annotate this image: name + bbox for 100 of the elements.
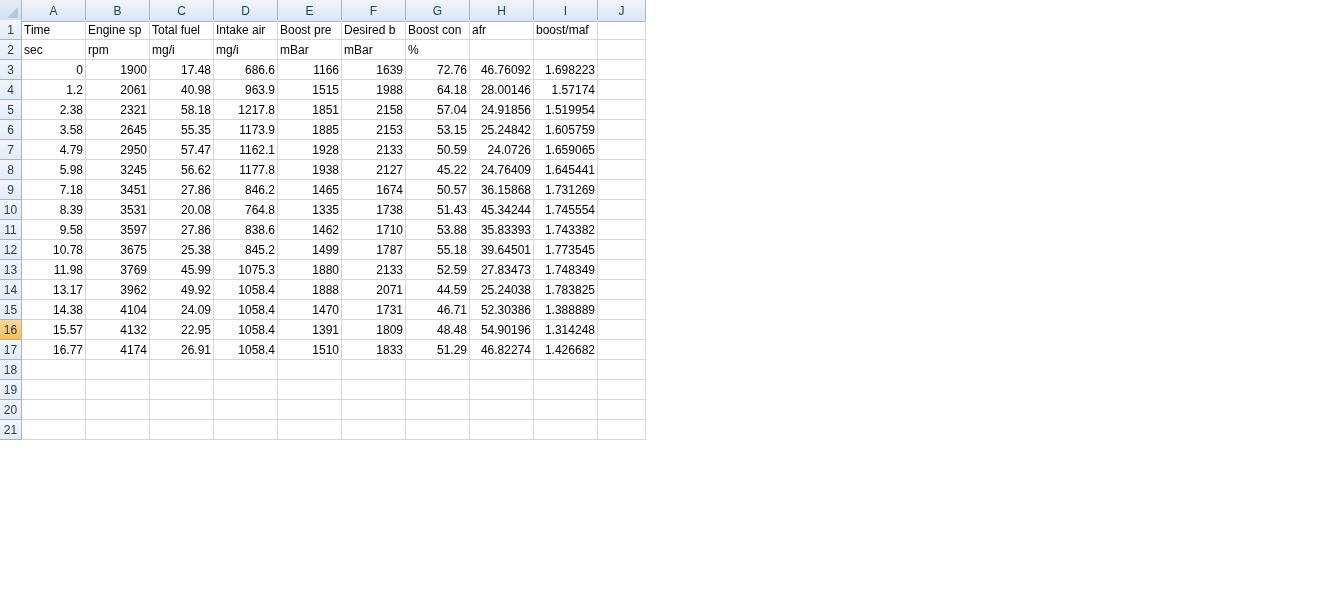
- row-header[interactable]: 15: [0, 300, 22, 320]
- empty-cell: [598, 280, 646, 300]
- column-header[interactable]: H: [470, 0, 534, 22]
- empty-cell: [598, 140, 646, 160]
- column-header[interactable]: D: [214, 0, 278, 22]
- column-header[interactable]: B: [86, 0, 150, 22]
- triangle-icon: [7, 7, 18, 18]
- table-cell: 1499: [278, 240, 342, 260]
- table-cell: 2153: [342, 120, 406, 140]
- table-cell: 1166: [278, 60, 342, 80]
- table-cell: 2133: [342, 140, 406, 160]
- column-header[interactable]: C: [150, 0, 214, 22]
- table-cell: 45.22: [406, 160, 470, 180]
- row-header[interactable]: 21: [0, 420, 22, 440]
- table-cell: boost/maf: [534, 20, 598, 40]
- row-header[interactable]: 14: [0, 280, 22, 300]
- table-cell: 44.59: [406, 280, 470, 300]
- empty-cell: [534, 400, 598, 420]
- table-cell: 1465: [278, 180, 342, 200]
- empty-cell: [214, 420, 278, 440]
- table-cell: 15.57: [22, 320, 86, 340]
- table-cell: 1710: [342, 220, 406, 240]
- row-header[interactable]: 17: [0, 340, 22, 360]
- table-cell: 3962: [86, 280, 150, 300]
- empty-cell: [598, 400, 646, 420]
- table-cell: 1.659065: [534, 140, 598, 160]
- empty-cell: [598, 320, 646, 340]
- empty-cell: [342, 360, 406, 380]
- table-cell: 1.426682: [534, 340, 598, 360]
- row-header[interactable]: 3: [0, 60, 22, 80]
- table-cell: 1.748349: [534, 260, 598, 280]
- table-cell: 50.59: [406, 140, 470, 160]
- table-cell: rpm: [86, 40, 150, 60]
- table-cell: 24.91856: [470, 100, 534, 120]
- empty-cell: [150, 360, 214, 380]
- column-header[interactable]: I: [534, 0, 598, 22]
- row-header[interactable]: 7: [0, 140, 22, 160]
- empty-cell: [150, 400, 214, 420]
- empty-cell: [278, 380, 342, 400]
- row-header[interactable]: 19: [0, 380, 22, 400]
- empty-cell: [534, 380, 598, 400]
- row-header[interactable]: 11: [0, 220, 22, 240]
- empty-cell: [598, 200, 646, 220]
- table-cell: 28.00146: [470, 80, 534, 100]
- table-cell: 24.0726: [470, 140, 534, 160]
- column-header[interactable]: F: [342, 0, 406, 22]
- empty-cell: [342, 380, 406, 400]
- table-cell: 1888: [278, 280, 342, 300]
- table-cell: 20.08: [150, 200, 214, 220]
- empty-cell: [598, 20, 646, 40]
- table-cell: 35.83393: [470, 220, 534, 240]
- table-cell: 58.18: [150, 100, 214, 120]
- empty-cell: [150, 420, 214, 440]
- table-cell: 1885: [278, 120, 342, 140]
- empty-cell: [86, 360, 150, 380]
- table-cell: 1177.8: [214, 160, 278, 180]
- row-header[interactable]: 8: [0, 160, 22, 180]
- row-header[interactable]: 16: [0, 320, 22, 340]
- row-header[interactable]: 5: [0, 100, 22, 120]
- table-cell: Total fuel: [150, 20, 214, 40]
- row-header[interactable]: 20: [0, 400, 22, 420]
- row-header[interactable]: 9: [0, 180, 22, 200]
- table-cell: 1731: [342, 300, 406, 320]
- table-cell: 1058.4: [214, 340, 278, 360]
- row-header[interactable]: 4: [0, 80, 22, 100]
- row-header[interactable]: 13: [0, 260, 22, 280]
- table-cell: 5.98: [22, 160, 86, 180]
- table-cell: 1.388889: [534, 300, 598, 320]
- empty-cell: [86, 400, 150, 420]
- table-cell: 1462: [278, 220, 342, 240]
- table-cell: 27.86: [150, 180, 214, 200]
- select-all-button[interactable]: [0, 0, 22, 22]
- table-cell: 1.57174: [534, 80, 598, 100]
- table-cell: 25.24038: [470, 280, 534, 300]
- row-header[interactable]: 12: [0, 240, 22, 260]
- table-cell: 1075.3: [214, 260, 278, 280]
- table-cell: 2950: [86, 140, 150, 160]
- row-header[interactable]: 1: [0, 20, 22, 40]
- table-cell: 2158: [342, 100, 406, 120]
- empty-cell: [470, 400, 534, 420]
- table-cell: 46.71: [406, 300, 470, 320]
- table-cell: Desired b: [342, 20, 406, 40]
- table-cell: 1938: [278, 160, 342, 180]
- table-cell: 9.58: [22, 220, 86, 240]
- empty-cell: [598, 420, 646, 440]
- empty-cell: [598, 120, 646, 140]
- column-header[interactable]: G: [406, 0, 470, 22]
- column-header[interactable]: A: [22, 0, 86, 22]
- row-header[interactable]: 6: [0, 120, 22, 140]
- column-header[interactable]: E: [278, 0, 342, 22]
- table-cell: 57.47: [150, 140, 214, 160]
- row-header[interactable]: 18: [0, 360, 22, 380]
- table-cell: 51.43: [406, 200, 470, 220]
- column-header[interactable]: J: [598, 0, 646, 22]
- table-cell: 3531: [86, 200, 150, 220]
- table-cell: 1.783825: [534, 280, 598, 300]
- table-cell: 7.18: [22, 180, 86, 200]
- row-header[interactable]: 2: [0, 40, 22, 60]
- row-header[interactable]: 10: [0, 200, 22, 220]
- table-cell: 27.83473: [470, 260, 534, 280]
